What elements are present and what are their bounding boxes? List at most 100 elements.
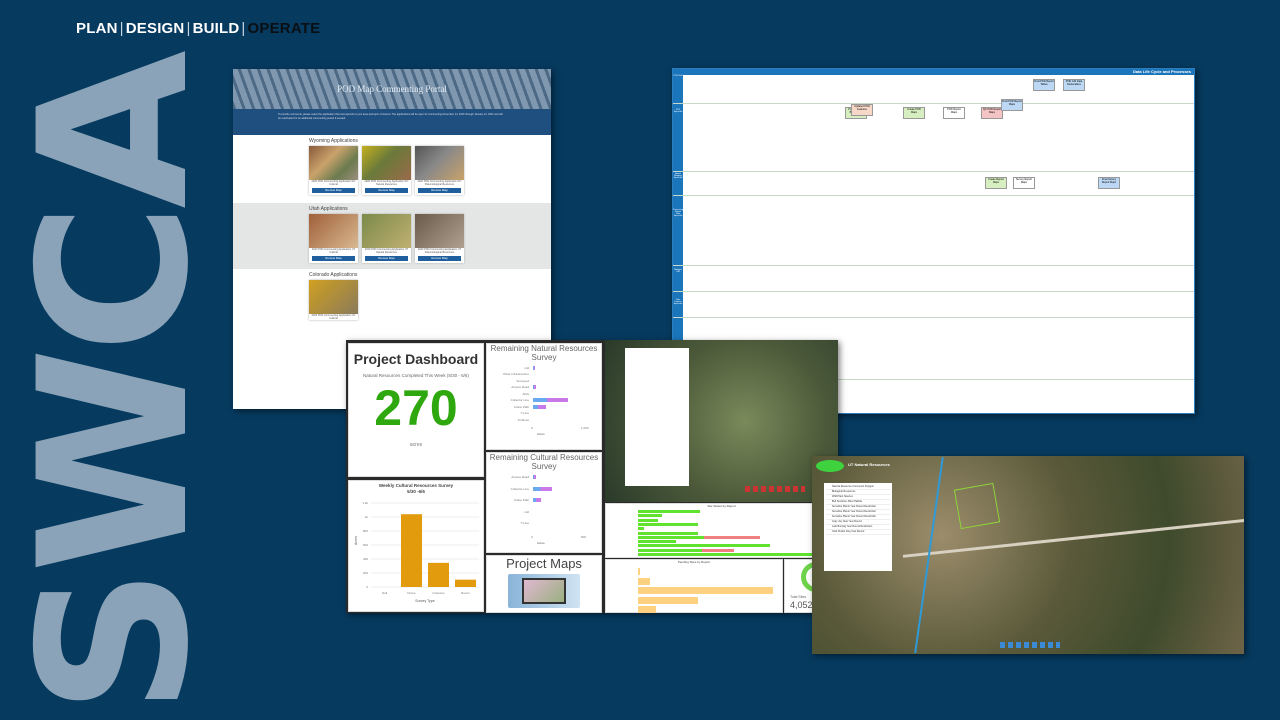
summary-value: 270 — [374, 380, 458, 436]
total-label: Total Sites — [790, 595, 807, 599]
category-label: Access Road — [511, 475, 529, 479]
bar — [533, 498, 541, 503]
bar — [533, 404, 546, 409]
app-card[interactable]: 2020 POD Commenting Application UT Paleo… — [415, 214, 464, 263]
nav-design[interactable]: DESIGN — [126, 20, 185, 37]
app-title: UT Natural Resources — [848, 462, 890, 467]
bar — [533, 385, 536, 390]
bar — [533, 398, 569, 403]
nav-operate[interactable]: OPERATE — [248, 20, 321, 37]
status-bar — [638, 553, 813, 556]
flow-box: Final Survey Report Maps — [1098, 177, 1120, 189]
pending-segment — [702, 548, 734, 552]
status-bar — [638, 531, 698, 535]
survey-polygon — [953, 482, 1001, 530]
separator: | — [241, 20, 246, 37]
map-toolbar[interactable] — [1000, 642, 1060, 648]
y-tick: 1.2k — [362, 501, 368, 505]
dashboard-title: Project Dashboard — [353, 351, 479, 367]
satellite-map-screenshot: UT Natural Resources Natural Resource Co… — [812, 456, 1244, 654]
bar — [401, 514, 422, 587]
app-logo — [816, 460, 844, 472]
bar — [455, 579, 476, 587]
map-tools[interactable] — [745, 486, 805, 492]
status-bar — [638, 540, 676, 544]
flow-box: Create Report Maps — [985, 177, 1007, 189]
category-label: Turbines — [517, 417, 529, 422]
legend-panel — [625, 348, 689, 486]
portal-intro: To provide comments, please select the a… — [233, 109, 551, 135]
devices-image — [508, 574, 580, 608]
lane-label: POD Staff — [673, 75, 683, 89]
tick-label: 0 — [531, 426, 533, 430]
category-label: T-Line — [520, 521, 529, 526]
card-title: 2020 POD Commenting Application UT Natur… — [364, 248, 409, 254]
summary-subtitle: Natural Resources Completed This Week (5… — [363, 373, 469, 378]
status-bar — [638, 510, 700, 513]
y-tick: 0 — [366, 585, 368, 589]
app-card[interactable]: 2020 POD Commenting Application WY Natur… — [362, 146, 411, 195]
card-title: 2020 POD Commenting Application WY Paleo… — [417, 180, 462, 186]
project-maps-panel[interactable]: Project Maps — [486, 555, 602, 613]
x-tick: Null — [382, 591, 388, 595]
status-bar — [638, 548, 702, 552]
flow-box: POD Report Maps — [943, 107, 965, 119]
lane-label: Data Capture Specialist — [673, 299, 683, 313]
swca-logo: SWCA — [0, 56, 234, 715]
lane-label: Processing Report Data Specialist — [673, 209, 683, 223]
category-label: Access Road — [511, 385, 529, 390]
review-map-button[interactable]: Review Map — [365, 188, 408, 193]
flowchart-title: Data Life Cycle and Processes — [673, 69, 1194, 75]
status-bar — [638, 544, 770, 548]
app-card[interactable]: 2020 POD Commenting Application CO Cultu… — [309, 280, 358, 320]
map-panel[interactable] — [605, 340, 838, 502]
pending-bar — [638, 596, 698, 604]
flow-box: Survey Report Maps — [1013, 177, 1035, 189]
review-map-button[interactable]: Review Map — [312, 256, 355, 261]
review-map-button[interactable]: Review Map — [312, 188, 355, 193]
layer-item[interactable]: Utah Prairie Dog Year Round — [826, 530, 890, 535]
category-label: ADIs — [522, 391, 529, 396]
lane-label: POD Specialist — [673, 109, 683, 123]
y-tick: 800 — [363, 529, 368, 533]
review-map-button[interactable]: Review Map — [365, 256, 408, 261]
review-map-button[interactable]: Review Map — [418, 256, 461, 261]
category-label: Crane Path — [513, 404, 529, 409]
nav-build[interactable]: BUILD — [193, 20, 240, 37]
chart-title: Remaining Cultural Resources Survey — [489, 453, 599, 471]
bar — [533, 486, 553, 491]
axis-label: Acres — [537, 541, 545, 545]
pending-bar — [638, 587, 773, 594]
category-label: Crane Path — [513, 498, 529, 503]
project-dashboard-screenshot: Project Dashboard Natural Resources Comp… — [346, 340, 838, 613]
x-tick: Intensive — [432, 591, 444, 595]
section-title: Colorado Applications — [309, 272, 358, 278]
status-bar — [638, 535, 704, 539]
colorado-section: Colorado Applications 2020 POD Commentin… — [233, 269, 551, 320]
tick-label: 0 — [531, 535, 533, 539]
status-bar — [638, 522, 698, 526]
flow-box: POD GIS Data Deliverables — [1063, 79, 1085, 91]
section-title: Wyoming Applications — [309, 138, 358, 144]
flow-box: Updated POD Features — [851, 104, 873, 116]
total-value: 4,052 — [790, 600, 813, 610]
nav-plan[interactable]: PLAN — [76, 20, 118, 37]
card-title: 2020 POD Commenting Application CO Cultu… — [311, 314, 356, 320]
x-axis-label: Survey Type — [415, 599, 434, 603]
card-title: 2020 POD Commenting Application WY Natur… — [364, 180, 409, 186]
app-card[interactable]: 2020 POD Commenting Application UT Cultu… — [309, 214, 358, 263]
y-axis-label: Acres — [354, 536, 358, 545]
app-card[interactable]: 2020 POD Commenting Application WY Cultu… — [309, 146, 358, 195]
card-title: 2020 POD Commenting Application WY Cultu… — [311, 180, 356, 186]
bar — [533, 475, 537, 479]
portal-title: POD Map Commenting Portal — [233, 69, 551, 109]
layer-list[interactable]: Natural Resource Comments Polygon Biologi… — [824, 483, 892, 571]
app-card[interactable]: 2020 POD Commenting Application UT Natur… — [362, 214, 411, 263]
app-card[interactable]: 2020 POD Commenting Application WY Paleo… — [415, 146, 464, 195]
card-title: 2020 POD Commenting Application UT Paleo… — [417, 248, 462, 254]
category-label: T-Line — [520, 411, 529, 416]
chart-title: Site Status by Report — [707, 504, 736, 508]
separator: | — [186, 20, 191, 37]
cultural-resources-chart: Remaining Cultural Resources Survey Acce… — [486, 452, 602, 553]
review-map-button[interactable]: Review Map — [418, 188, 461, 193]
